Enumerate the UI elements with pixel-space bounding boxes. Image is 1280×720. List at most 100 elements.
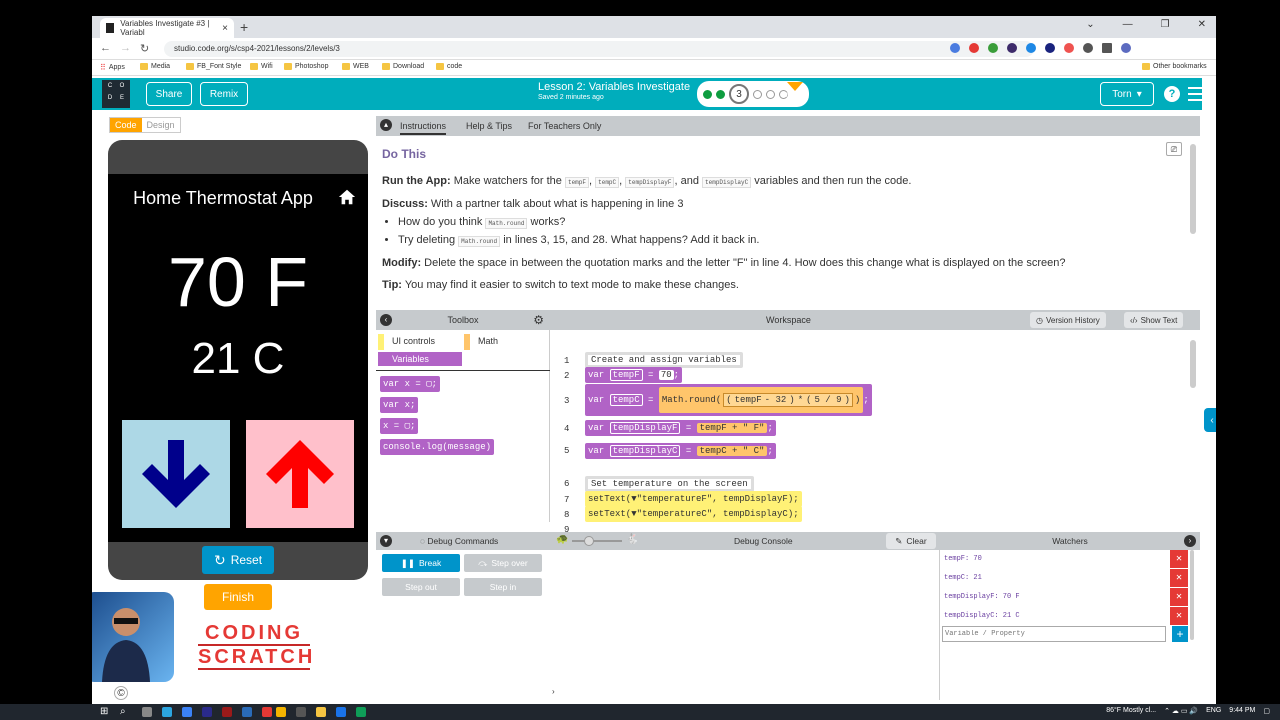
- bookmark-item[interactable]: FB_Font Style: [186, 63, 241, 70]
- forward-icon[interactable]: →: [120, 42, 131, 54]
- taskbar-app-icon[interactable]: [336, 707, 346, 717]
- sidepanel-icon[interactable]: [1102, 43, 1112, 53]
- block-console-log[interactable]: console.log(message): [380, 439, 495, 455]
- taskbar-app-icon[interactable]: [356, 707, 366, 717]
- home-icon[interactable]: [338, 188, 356, 206]
- user-menu-button[interactable]: Torn ▾: [1100, 82, 1154, 106]
- puzzle-icon[interactable]: [1083, 43, 1093, 53]
- block-var-assign[interactable]: var x = ▢;: [380, 376, 441, 392]
- var-block[interactable]: var tempDisplayF = tempF + " F";: [585, 420, 776, 436]
- reset-button[interactable]: ↻ Reset: [202, 546, 274, 574]
- bookmark-item[interactable]: Download: [382, 63, 424, 70]
- more-levels-button[interactable]: MORE: [786, 82, 804, 99]
- category-math[interactable]: Math: [464, 334, 548, 350]
- step-out-button[interactable]: Step out: [382, 578, 460, 596]
- lesson-title[interactable]: Lesson 2: Variables Investigate: [538, 81, 690, 93]
- block-assign[interactable]: x = ▢;: [380, 418, 419, 434]
- block-var-declare[interactable]: var x;: [380, 397, 419, 413]
- text-to-speech-icon[interactable]: ⎚: [1166, 142, 1182, 156]
- bookmark-apps[interactable]: ⠿ Apps: [100, 63, 125, 72]
- taskbar-app-icon[interactable]: [262, 707, 272, 717]
- show-text-button[interactable]: ‹/› Show Text: [1124, 312, 1184, 328]
- taskbar-app-icon[interactable]: [316, 707, 326, 717]
- clear-console-button[interactable]: ✎ Clear: [886, 533, 936, 549]
- remove-watcher-icon[interactable]: ✕: [1170, 569, 1188, 587]
- taskbar-app-icon[interactable]: [142, 707, 152, 717]
- close-tab-icon[interactable]: ×: [222, 23, 228, 34]
- share-button[interactable]: Share: [146, 82, 192, 106]
- add-watcher-button[interactable]: +: [1172, 626, 1188, 642]
- taskbar-app-icon[interactable]: [296, 707, 306, 717]
- settext-block[interactable]: setText(▼"temperatureC", tempDisplayC);: [585, 506, 802, 522]
- speed-slider[interactable]: [572, 536, 622, 546]
- back-icon[interactable]: ←: [100, 42, 111, 54]
- math-round-block[interactable]: Math.round( (tempF - 32) *(5 / 9) ): [658, 387, 864, 413]
- url-field[interactable]: studio.code.org/s/csp4-2021/lessons/2/le…: [164, 41, 1034, 57]
- extension-icon[interactable]: [1026, 43, 1036, 53]
- notification-icon[interactable]: ▢: [1263, 707, 1270, 715]
- taskbar-app-icon[interactable]: [202, 707, 212, 717]
- taskbar-app-icon[interactable]: [222, 707, 232, 717]
- level-dot-completed[interactable]: [716, 89, 725, 99]
- remove-watcher-icon[interactable]: ✕: [1170, 588, 1188, 606]
- collapse-watchers-icon[interactable]: ›: [1184, 535, 1196, 547]
- category-variables[interactable]: Variables: [378, 352, 462, 366]
- tab-for-teachers[interactable]: For Teachers Only: [528, 121, 601, 131]
- category-ui-controls[interactable]: UI controls: [378, 334, 464, 350]
- slider-thumb[interactable]: [584, 536, 594, 546]
- clock[interactable]: 9:44 PM: [1229, 707, 1255, 715]
- code-org-logo[interactable]: C O D E: [102, 80, 130, 108]
- collapse-instructions-icon[interactable]: ▴: [380, 119, 392, 131]
- other-bookmarks[interactable]: Other bookmarks: [1142, 63, 1207, 70]
- concat-block[interactable]: tempC + " C": [696, 446, 768, 456]
- bookmark-item[interactable]: Media: [140, 63, 170, 70]
- level-dot[interactable]: [753, 89, 762, 99]
- gear-icon[interactable]: ⚙: [533, 310, 544, 330]
- collapse-panel-icon[interactable]: ‹: [1204, 408, 1216, 432]
- watcher-input[interactable]: [942, 626, 1166, 642]
- level-dot-completed[interactable]: [703, 89, 712, 99]
- code-mode-button[interactable]: Code: [110, 118, 142, 132]
- taskbar-app-icon[interactable]: [162, 707, 172, 717]
- step-in-button[interactable]: Step in: [464, 578, 542, 596]
- expression-block[interactable]: (tempF - 32) *(5 / 9): [723, 393, 853, 407]
- bookmark-item[interactable]: Wifi: [250, 63, 273, 70]
- bookmark-item[interactable]: Photoshop: [284, 63, 328, 70]
- new-tab-icon[interactable]: +: [240, 19, 248, 35]
- instructions-scrollbar[interactable]: [1190, 144, 1196, 234]
- workspace-scrollbar[interactable]: [1190, 340, 1196, 388]
- var-block[interactable]: var tempDisplayC = tempC + " C";: [585, 443, 776, 459]
- reload-icon[interactable]: ↻: [140, 42, 149, 55]
- finish-button[interactable]: Finish: [204, 584, 272, 610]
- restore-icon[interactable]: ❐: [1161, 19, 1170, 30]
- version-history-button[interactable]: ◷ Version History: [1030, 312, 1106, 328]
- extension-icon[interactable]: [988, 43, 998, 53]
- comment-block[interactable]: Set temperature on the screen: [585, 476, 754, 492]
- extension-icon[interactable]: [1045, 43, 1055, 53]
- settext-block[interactable]: setText(▼"temperatureF", tempDisplayF);: [585, 491, 802, 507]
- step-over-button[interactable]: ⤼ Step over: [464, 554, 542, 572]
- chevron-down-icon[interactable]: ⌄: [1086, 19, 1094, 30]
- taskbar-app-icon[interactable]: [242, 707, 252, 717]
- tab-instructions[interactable]: Instructions: [400, 121, 447, 135]
- extension-icon[interactable]: [1007, 43, 1017, 53]
- var-block[interactable]: var tempC = Math.round( (tempF - 32) *(5 /…: [585, 384, 872, 416]
- break-button[interactable]: ❚❚ Break: [382, 554, 460, 572]
- comment-block[interactable]: Create and assign variables: [585, 352, 743, 368]
- bookmark-item[interactable]: code: [436, 63, 462, 70]
- extension-icon[interactable]: [950, 43, 960, 53]
- watchers-scrollbar[interactable]: [1190, 550, 1194, 640]
- concat-block[interactable]: tempF + " F": [696, 423, 768, 433]
- collapse-debug-icon[interactable]: ▾: [380, 535, 392, 547]
- tab-help-tips[interactable]: Help & Tips: [466, 121, 512, 131]
- windows-start-icon[interactable]: ⊞: [100, 706, 108, 717]
- minimize-icon[interactable]: —: [1123, 19, 1133, 30]
- debug-console[interactable]: ›: [550, 550, 940, 700]
- language-indicator[interactable]: ENG: [1206, 707, 1221, 715]
- temp-down-button[interactable]: [122, 420, 230, 528]
- taskbar-app-icon[interactable]: [182, 707, 192, 717]
- current-level-bubble[interactable]: 3: [729, 84, 749, 104]
- temp-up-button[interactable]: [246, 420, 354, 528]
- chrome-taskbar-icon[interactable]: [276, 707, 286, 717]
- var-block[interactable]: var tempF = 70;: [585, 367, 683, 383]
